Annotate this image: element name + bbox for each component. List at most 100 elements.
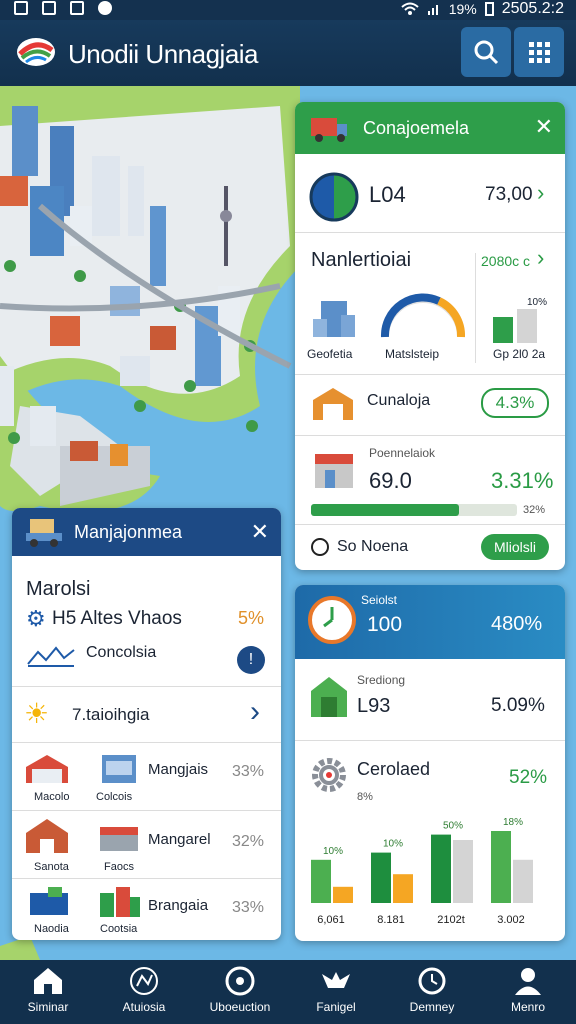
app-logo-icon [17,38,55,66]
nav-label: Uboeuction [209,1000,271,1014]
stats-row-percent: 5.09% [491,695,545,716]
status-bar: 19% 2505.2:2 [0,0,576,20]
grid3-name: Brangaia [148,897,209,914]
chevron-right-icon[interactable]: › [537,180,544,206]
mini-bar-2 [517,309,537,343]
nav-label: Atuiosia [122,1000,166,1014]
summary-row[interactable]: L04 73,00 › [295,154,565,230]
bottom-nav: Siminar Atuiosia Uboeuction Fanigel Demn… [0,960,576,1024]
item1-label: H5 Altes Vhaos [52,608,182,629]
grid-icon [42,1,56,15]
grid-row-2[interactable]: Sanota Faocs Mangarel 32% [12,811,281,877]
bar-2102t-0 [431,834,451,903]
status-badge: 4.3% [481,388,549,418]
compass-icon [225,966,255,996]
tick-label: 8.181 [377,914,405,926]
nav-item-bird[interactable]: Fanigel [288,960,384,1024]
info-icon[interactable]: ! [237,646,265,674]
overview-card-title: Conajoemela [363,117,470,138]
timer-icon [308,596,356,644]
nav-item-compass[interactable]: Uboeuction [192,960,288,1024]
data-label: 10% [383,839,403,850]
app-title: Unodii Unnagjaia [68,39,259,69]
data-label: 18% [503,817,523,828]
mini-bar-1 [493,317,513,343]
chart-line-icon [27,646,75,667]
close-icon[interactable]: ✕ [535,116,553,138]
data-label: 50% [443,821,463,832]
chevron-right-icon[interactable]: › [537,245,544,271]
tile-label-3: Gp 2l0 2a [493,347,546,361]
supplies-icon [100,887,140,917]
grid-row-3[interactable]: Naodia Cootsia Brangaia 33% [12,879,281,939]
summary-label: L04 [369,182,406,207]
bar-3.002-1 [513,859,533,903]
management-card-title: Manjajonmea [74,521,183,542]
grid2-b: Faocs [104,861,134,873]
management-card-header: Manjajonmea ✕ [12,508,281,556]
status-row[interactable]: Cunaloja 4.3% [295,374,565,434]
nav-item-home[interactable]: Siminar [0,960,96,1024]
nav-label: Demney [409,1000,455,1014]
metrics-link[interactable]: 2080c c [481,253,530,269]
close-icon[interactable]: ✕ [251,521,269,543]
tile-label-1: Geofetia [307,347,353,361]
bar-8.181-1 [393,874,413,903]
overview-card: Conajoemela ✕ L04 73,00 › Nanlertioiai 2… [295,102,565,570]
stats-card-header[interactable]: Seiolst 100 480% [295,585,565,659]
route-icon [130,967,158,995]
data-label: 10% [323,846,343,857]
metrics-title: Nanlertioiai [311,249,412,271]
truck-icon [311,118,347,142]
grid1-a: Macolo [34,791,70,803]
chart-title: Cerolaed [357,759,431,779]
list-item[interactable]: ⚙ H5 Altes Vhaos 5% [12,604,281,638]
chevron-right-icon[interactable]: › [250,695,260,729]
delivery-truck-icon [26,519,62,547]
tile-label-2: Matslsteip [385,347,440,361]
cog-icon: ⚙ [26,606,46,631]
nav-item-clock[interactable]: Demney [384,960,480,1024]
signal-icon [427,5,438,15]
bar-6,061-0 [311,859,331,903]
nav-label: Menro [510,1000,545,1014]
apps-button[interactable] [514,27,564,77]
stats-percent: 480% [491,613,543,635]
list-item[interactable]: ☀ 7.taioihgia › [12,687,281,741]
nav-item-route[interactable]: Atuiosia [96,960,192,1024]
sun-icon: ☀ [24,698,50,729]
radio-button[interactable] [311,538,329,556]
stats-row[interactable]: Srediong L93 5.09% [295,659,565,739]
nav-item-profile[interactable]: Menro [480,960,576,1024]
home-building-icon [26,819,68,853]
image-icon [14,1,28,15]
container-icon [30,887,68,915]
n-icon [70,1,84,15]
status-label: Cunaloja [367,392,431,409]
clock-text: 2505.2:2 [501,0,564,17]
clock-icon [418,967,446,995]
progress-percent: 3.31% [491,468,554,493]
tick-label: 2102t [437,914,465,926]
grid2-pct: 32% [232,833,265,850]
metrics-section: Nanlertioiai 2080c c › Geofetia Matslste… [295,233,565,373]
grid1-b: Colcois [96,791,133,803]
action-button[interactable]: Mliolsli [481,534,549,560]
progress-fill [311,504,460,516]
globe-icon [309,172,359,222]
factory-icon [100,827,138,851]
item2-label: Concolsia [86,644,157,661]
list-item[interactable]: Concolsia ! [12,638,281,678]
item1-value: 5% [238,608,265,628]
chart-percent: 52% [509,767,548,788]
grid3-pct: 33% [232,899,265,916]
alert-icon [98,1,112,15]
search-button[interactable] [461,27,511,77]
stats-row-value: L93 [357,695,391,717]
progress-value: 69.0 [369,468,412,493]
grid-row-1[interactable]: Macolo Colcois Mangjais 33% [12,743,281,809]
stats-row-caption: Srediong [357,673,406,687]
grid3-b: Cootsia [100,923,138,935]
stats-value: 100 [367,613,403,636]
nav-label: Fanigel [316,1000,356,1014]
